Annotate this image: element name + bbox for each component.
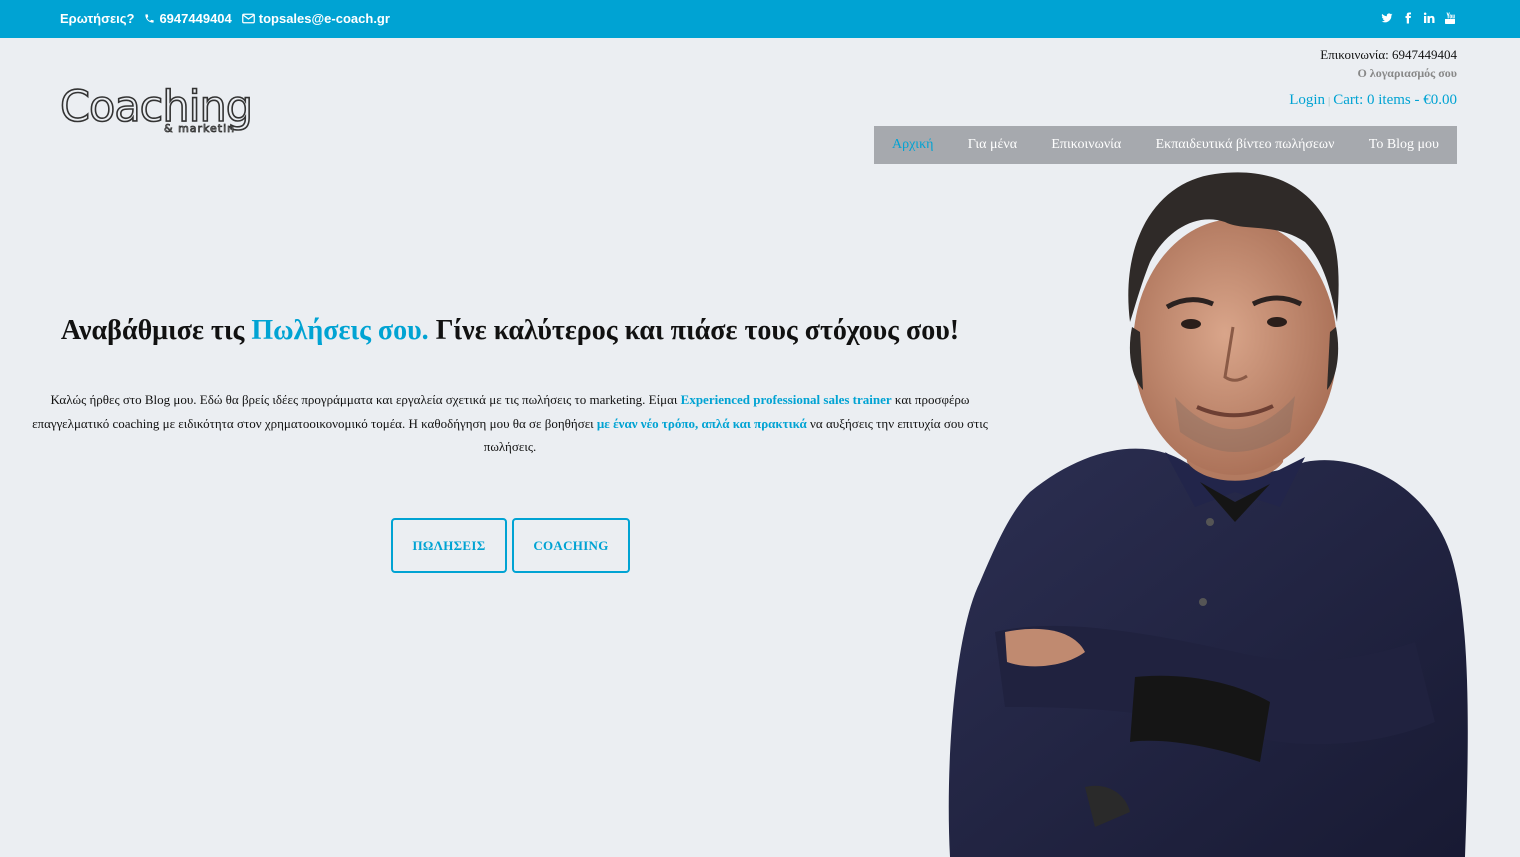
top-phone-link[interactable]: 6947449404	[144, 11, 232, 26]
headline-post: Γίνε καλύτερος και πιάσε τους στόχους σο…	[435, 315, 960, 346]
nav-item-about[interactable]: Για μένα	[968, 137, 1017, 153]
login-link[interactable]: Login	[1289, 92, 1325, 109]
questions-label: Ερωτήσεις?	[60, 11, 135, 26]
youtube-icon[interactable]	[1444, 11, 1456, 24]
top-bar: Ερωτήσεις? 6947449404 topsales@e-coach.g…	[0, 0, 1520, 38]
cart-link[interactable]: Cart: 0 items - €0.00	[1333, 92, 1457, 109]
top-bar-contact: Ερωτήσεις? 6947449404 topsales@e-coach.g…	[60, 11, 390, 26]
nav-item-contact[interactable]: Επικοινωνία	[1051, 137, 1121, 153]
site-logo[interactable]: Coaching & marketin	[59, 83, 254, 140]
social-links	[1381, 11, 1456, 24]
nav-item-blog[interactable]: Το Blog μου	[1369, 137, 1439, 153]
phone-icon	[145, 14, 155, 23]
main-nav: Αρχική Για μένα Επικοινωνία Εκπαιδευτικά…	[874, 126, 1457, 164]
account-link[interactable]: Ο λογαριασμός σου	[1357, 66, 1457, 81]
facebook-icon[interactable]	[1402, 11, 1414, 24]
nav-item-videos[interactable]: Εκπαιδευτικά βίντεο πωλήσεων	[1156, 137, 1335, 153]
intro-text-1: Καλώς ήρθες στο Blog μου. Εδώ θα βρείς ι…	[50, 392, 678, 407]
hero-headline: Αναβάθμισε τις Πωλήσεις σου. Γίνε καλύτε…	[30, 315, 990, 347]
top-email-link[interactable]: topsales@e-coach.gr	[241, 11, 390, 26]
twitter-icon[interactable]	[1381, 11, 1393, 24]
header-contact: Επικοινωνία: 6947449404	[1320, 47, 1457, 62]
top-phone-text: 6947449404	[159, 11, 232, 26]
nav-item-home[interactable]: Αρχική	[892, 137, 933, 153]
top-email-text: topsales@e-coach.gr	[258, 11, 390, 26]
coaching-button[interactable]: COACHING	[512, 518, 630, 573]
coach-portrait-image	[948, 172, 1468, 857]
intro-accent-1: Experienced professional sales trainer	[680, 392, 892, 407]
headline-accent: Πωλήσεις σου.	[251, 315, 429, 346]
headline-pre: Αναβάθμισε τις	[60, 315, 245, 346]
intro-accent-2: με έναν νέο τρόπο, απλά και πρακτικά	[596, 415, 807, 431]
linkedin-icon[interactable]	[1423, 11, 1435, 24]
envelope-icon	[241, 13, 255, 24]
login-cart-row: Login | Cart: 0 items - €0.00	[1289, 92, 1457, 109]
logo-subtitle: & marketin	[164, 122, 236, 136]
sales-button[interactable]: ΠΩΛΗΣΕΙΣ	[391, 518, 507, 573]
hero-intro: Καλώς ήρθες στο Blog μου. Εδώ θα βρείς ι…	[28, 388, 992, 459]
header-separator: |	[1328, 95, 1331, 107]
